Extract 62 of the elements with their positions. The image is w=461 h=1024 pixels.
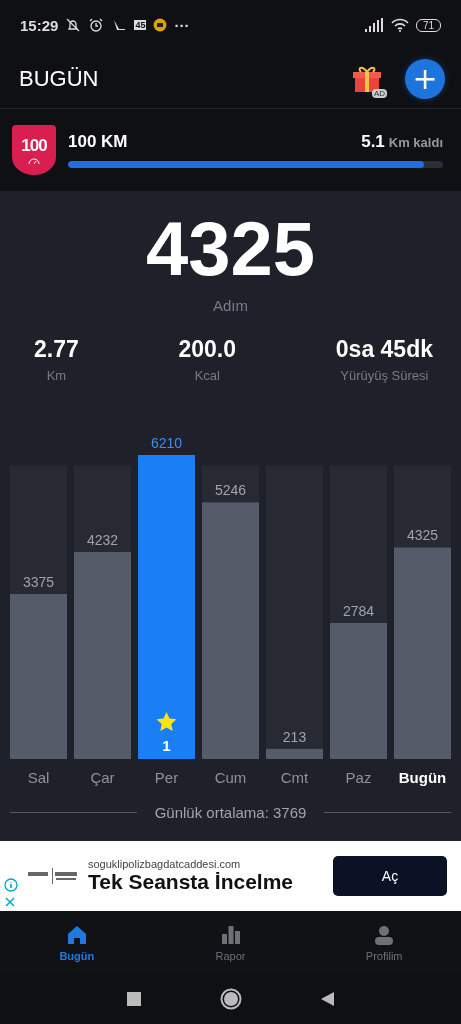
stat-label: Kcal — [194, 368, 220, 383]
gauge-icon — [28, 157, 40, 165]
nav-tab[interactable]: Profilim — [307, 911, 461, 974]
bar-value: 3375 — [22, 573, 55, 590]
info-icon — [4, 878, 18, 892]
bar-value: 4325 — [406, 527, 439, 544]
page-title: BUGÜN — [19, 66, 100, 92]
daily-average: Günlük ortalama: 3769 — [154, 804, 307, 821]
day-label: Bugün — [398, 769, 447, 786]
bar-value: 2784 — [342, 602, 375, 619]
ad-badge: AD — [371, 89, 387, 98]
gift-button[interactable]: AD — [347, 60, 387, 98]
close-icon — [4, 896, 16, 908]
nav-tab[interactable]: Rapor — [153, 911, 308, 974]
app-icon — [153, 18, 168, 32]
home-icon — [65, 923, 88, 946]
clock-time: 15:29 — [20, 16, 59, 34]
stat-value: 200.0 — [178, 336, 237, 363]
logo-drawing — [28, 867, 78, 885]
tab-label: Rapor — [215, 949, 246, 962]
add-button[interactable]: + — [405, 59, 445, 99]
bar-value: 213 — [282, 728, 307, 745]
bar-value: 6210 — [150, 435, 183, 451]
open-button[interactable]: Aç — [333, 856, 447, 896]
ad-domain: soguklipolizbagdatcaddesi.com — [88, 858, 242, 870]
bar-value: 4232 — [86, 531, 119, 548]
nav-tab[interactable]: Bugün — [0, 911, 154, 974]
tab-label: Bugün — [59, 949, 95, 962]
tab-label: Profilim — [365, 949, 403, 962]
step-label: Adım — [213, 297, 248, 314]
day-label: Cum — [214, 769, 247, 786]
person-icon — [373, 923, 396, 946]
wifi-icon — [390, 18, 409, 32]
stat-value: 2.77 — [34, 336, 79, 363]
star-count: 1 — [162, 737, 171, 754]
remaining-value: 5.1 — [361, 132, 385, 152]
goal-title: 100 KM — [68, 132, 128, 152]
gift-icon — [352, 65, 382, 93]
more-icon: ··· — [174, 16, 190, 34]
stat-value: 0sa 45dk — [335, 336, 433, 363]
home-circle-icon — [219, 988, 242, 1010]
step-count: 4325 — [145, 207, 316, 291]
recents-icon — [125, 991, 142, 1007]
signal-icon — [363, 18, 384, 32]
back-icon — [319, 991, 336, 1007]
battery-level: 71 — [415, 18, 441, 32]
remaining-label: Km kaldı — [388, 135, 443, 150]
star-icon — [156, 712, 177, 731]
calendar-badge: 45 — [134, 20, 147, 30]
day-label: Sal — [27, 769, 50, 786]
day-label: Paz — [345, 769, 372, 786]
day-label: Cmt — [280, 769, 309, 786]
day-label: Çar — [90, 769, 115, 786]
alarm-icon — [88, 17, 105, 33]
stat-label: Km — [46, 368, 67, 383]
stat-label: Yürüyüş Süresi — [340, 368, 429, 383]
bar-chart-icon — [219, 923, 242, 946]
ad-headline: Tek Seansta İncelme — [88, 870, 295, 894]
badge-number: 100 — [21, 135, 47, 156]
day-label: Per — [154, 769, 179, 786]
bell-off-icon — [65, 17, 82, 33]
bar-value: 5246 — [214, 482, 247, 499]
